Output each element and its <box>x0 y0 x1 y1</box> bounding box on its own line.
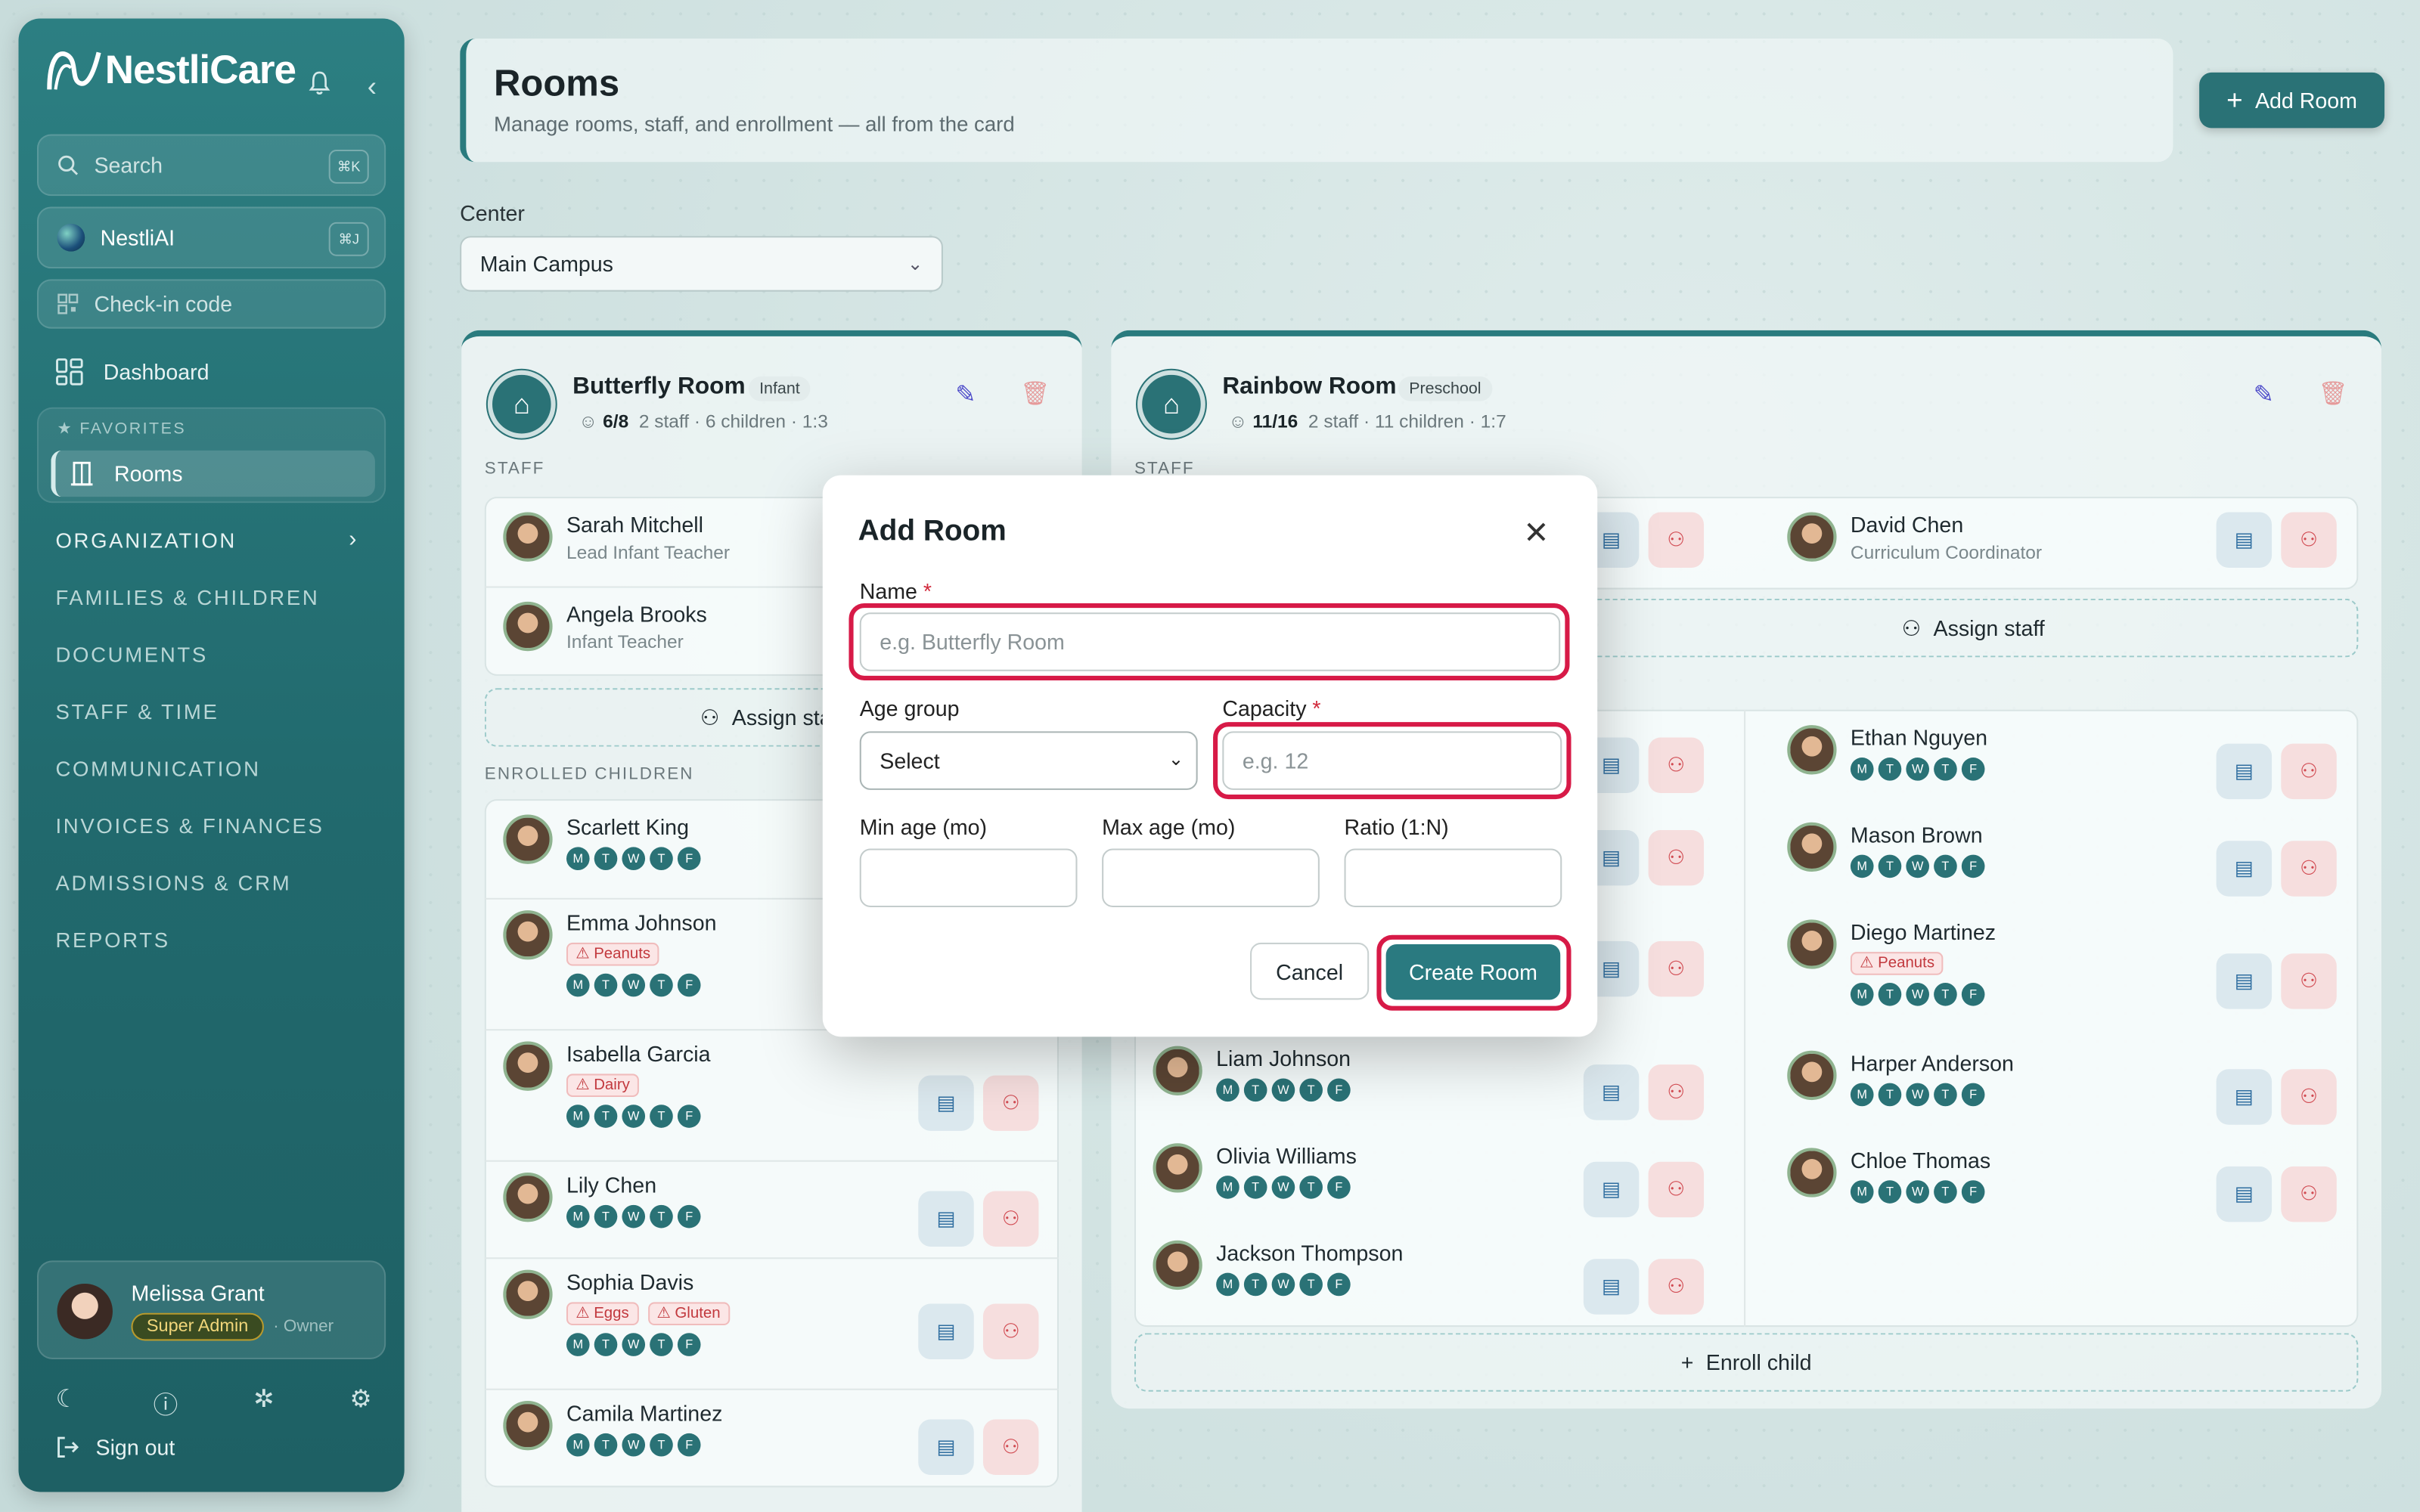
modal-title: Add Room <box>858 515 1007 548</box>
required-mark: * <box>1312 696 1321 721</box>
age-group-label: Age group <box>859 696 960 721</box>
name-label: Name * <box>860 578 932 603</box>
cancel-button[interactable]: Cancel <box>1250 942 1370 1000</box>
name-label-text: Name <box>859 578 917 603</box>
room-name-input[interactable]: e.g. Butterfly Room <box>859 612 1561 671</box>
capacity-input[interactable]: e.g. 12 <box>1222 731 1562 790</box>
age-group-value: Select <box>880 748 940 773</box>
capacity-label-text: Capacity <box>1222 696 1307 721</box>
capacity-placeholder: e.g. 12 <box>1242 748 1309 773</box>
min-age-input[interactable] <box>859 848 1078 907</box>
name-placeholder: e.g. Butterfly Room <box>880 629 1065 655</box>
create-room-button[interactable]: Create Room <box>1385 943 1561 1000</box>
chevron-down-icon: ⌄ <box>1168 748 1184 770</box>
ratio-label: Ratio (1:N) <box>1344 814 1449 840</box>
max-age-label: Max age (mo) <box>1102 814 1236 840</box>
min-age-label: Min age (mo) <box>859 814 988 840</box>
capacity-label: Capacity * <box>1222 696 1320 720</box>
max-age-input[interactable] <box>1102 848 1320 907</box>
required-mark: * <box>923 578 932 603</box>
age-group-select[interactable]: Select ⌄ <box>859 731 1198 790</box>
ratio-input[interactable] <box>1344 848 1562 907</box>
close-icon[interactable]: ✕ <box>1523 514 1549 553</box>
